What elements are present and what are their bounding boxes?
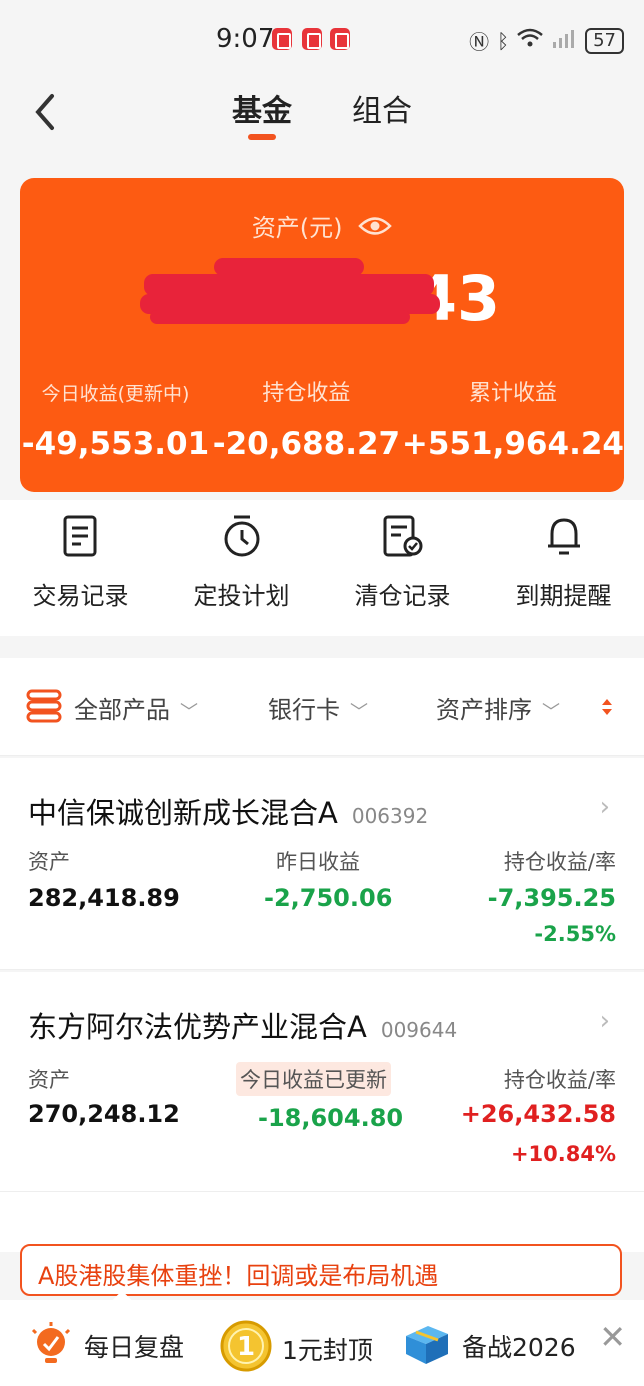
stat-value: -49,553.01 bbox=[21, 426, 210, 462]
action-label: 清仓记录 bbox=[354, 582, 451, 610]
filter-bar: 全部产品 ﹀ 银行卡 ﹀ 资产排序 ﹀ bbox=[0, 658, 644, 756]
fund-mid-value: -18,604.80 bbox=[258, 1104, 404, 1132]
filter-label: 资产排序 bbox=[436, 696, 532, 724]
eye-icon[interactable] bbox=[358, 215, 392, 243]
action-label: 到期提醒 bbox=[515, 582, 612, 610]
stat-today[interactable]: 今日收益(更新中) -49,553.01 bbox=[20, 378, 211, 462]
action-cleared-records[interactable]: 清仓记录 bbox=[322, 500, 483, 636]
holding-earnings-header: 持仓收益/率 bbox=[503, 1068, 616, 1092]
tab-fund[interactable]: 基金 bbox=[232, 86, 292, 130]
back-arrow-icon[interactable] bbox=[32, 92, 56, 142]
asset-label: 资产(元) bbox=[251, 214, 343, 242]
chevron-down-icon: ﹀ bbox=[180, 702, 198, 723]
fund-hold-rate: +10.84% bbox=[510, 1142, 616, 1166]
bottombar-label: 1元封顶 bbox=[282, 1336, 373, 1365]
signal-icon bbox=[551, 27, 577, 54]
stat-value: +551,964.24 bbox=[401, 426, 624, 462]
fund-row-partial bbox=[0, 1192, 644, 1252]
fund-row[interactable]: 中信保诚创新成长混合A 006392 › 资产 昨日收益 持仓收益/率 282,4… bbox=[0, 758, 644, 970]
filter-asset-sort[interactable]: 资产排序 ﹀ bbox=[436, 690, 560, 725]
fund-name-text: 东方阿尔法优势产业混合A bbox=[28, 1010, 367, 1044]
chevron-right-icon: › bbox=[599, 1006, 610, 1036]
nfc-icon: Ⓝ bbox=[469, 30, 490, 54]
chevron-down-icon: ﹀ bbox=[542, 702, 560, 723]
timer-icon bbox=[161, 514, 322, 558]
filter-bank-card[interactable]: 银行卡 ﹀ bbox=[268, 690, 368, 725]
action-expiry-reminder[interactable]: 到期提醒 bbox=[483, 500, 644, 636]
action-auto-invest[interactable]: 定投计划 bbox=[161, 500, 322, 636]
daily-review-entry[interactable]: 每日复盘 bbox=[28, 1320, 184, 1372]
bluetooth-icon: ᛒ bbox=[497, 28, 510, 53]
today-updated-badge: 今日收益已更新 bbox=[236, 1062, 391, 1096]
asset-header: 资产 bbox=[28, 850, 70, 874]
fund-code: 006392 bbox=[351, 804, 429, 828]
app-notification-icon bbox=[330, 28, 350, 50]
gold-coin-icon: 1 bbox=[220, 1320, 272, 1378]
battery-icon: 57 bbox=[585, 27, 624, 54]
tab-portfolio[interactable]: 组合 bbox=[352, 86, 412, 130]
fund-name: 东方阿尔法优势产业混合A 009644 bbox=[28, 1004, 457, 1046]
fund-hold-value: -7,395.25 bbox=[487, 884, 616, 912]
prepare-2026-entry[interactable]: 备战2026 bbox=[402, 1320, 576, 1372]
asset-header: 资产 bbox=[28, 1068, 70, 1092]
cleared-record-icon bbox=[322, 514, 483, 558]
earnings-stats: 今日收益(更新中) -49,553.01 持仓收益 -20,688.27 累计收… bbox=[20, 378, 624, 462]
stat-label: 今日收益(更新中) bbox=[41, 383, 190, 405]
fund-asset-value: 282,418.89 bbox=[28, 884, 180, 912]
status-bar: 9:07 Ⓝ ᛒ 57 bbox=[0, 0, 644, 70]
svg-text:1: 1 bbox=[237, 1332, 255, 1362]
fund-mid-value: -2,750.06 bbox=[264, 884, 393, 912]
close-icon[interactable]: ✕ bbox=[599, 1318, 626, 1356]
bottom-promo-bar: 每日复盘 1 1元封顶 备战2026 ✕ bbox=[0, 1300, 644, 1386]
stat-label: 持仓收益 bbox=[262, 381, 351, 406]
holding-earnings-header: 持仓收益/率 bbox=[503, 850, 616, 874]
filter-label: 全部产品 bbox=[74, 696, 170, 724]
chevron-right-icon: › bbox=[599, 792, 610, 822]
redaction-scribble bbox=[140, 256, 450, 328]
bottombar-label: 备战2026 bbox=[462, 1333, 576, 1362]
quick-actions: 交易记录 定投计划 清仓记录 到期提醒 bbox=[0, 500, 644, 636]
asset-card: 资产(元) 43 今日收益(更新中) -49,553.01 持仓收益 -20,6… bbox=[20, 178, 624, 492]
yesterday-earnings-header: 昨日收益 bbox=[276, 850, 360, 874]
fund-name: 中信保诚创新成长混合A 006392 bbox=[28, 790, 428, 832]
news-banner[interactable]: A股港股集体重挫！回调或是布局机遇 bbox=[20, 1244, 622, 1314]
banner-text: A股港股集体重挫！回调或是布局机遇 bbox=[38, 1262, 439, 1290]
sort-toggle-icon[interactable] bbox=[600, 696, 614, 722]
filter-all-products[interactable]: 全部产品 ﹀ bbox=[74, 690, 198, 725]
stat-value: -20,688.27 bbox=[212, 426, 401, 462]
bottombar-label: 每日复盘 bbox=[84, 1333, 185, 1362]
filter-label: 银行卡 bbox=[268, 696, 340, 724]
top-nav: 基金 组合 bbox=[0, 70, 644, 156]
app-notification-icon bbox=[272, 28, 292, 50]
fund-code: 009644 bbox=[380, 1018, 458, 1042]
stat-label: 累计收益 bbox=[468, 381, 557, 406]
fund-hold-value: +26,432.58 bbox=[460, 1100, 616, 1128]
stat-holding[interactable]: 持仓收益 -20,688.27 bbox=[211, 378, 402, 462]
active-tab-indicator bbox=[248, 134, 276, 140]
action-label: 交易记录 bbox=[32, 582, 129, 610]
fund-hold-rate: -2.55% bbox=[534, 922, 616, 946]
fund-asset-value: 270,248.12 bbox=[28, 1100, 180, 1128]
document-icon bbox=[0, 514, 161, 558]
bell-icon bbox=[483, 514, 644, 558]
action-trade-records[interactable]: 交易记录 bbox=[0, 500, 161, 636]
action-label: 定投计划 bbox=[193, 582, 290, 610]
stat-cumulative[interactable]: 累计收益 +551,964.24 bbox=[402, 378, 624, 462]
wifi-icon bbox=[517, 28, 543, 53]
app-notification-icon bbox=[302, 28, 322, 50]
lightbulb-icon bbox=[28, 1320, 74, 1372]
product-list-icon bbox=[26, 688, 62, 728]
gift-box-icon bbox=[402, 1320, 452, 1372]
asset-label-row: 资产(元) bbox=[20, 208, 624, 243]
one-yuan-cap-entry[interactable]: 1 1元封顶 bbox=[220, 1320, 373, 1378]
fund-row[interactable]: 东方阿尔法优势产业混合A 009644 › 资产 今日收益已更新 持仓收益/率 2… bbox=[0, 972, 644, 1192]
status-time: 9:07 bbox=[216, 24, 275, 54]
fund-name-text: 中信保诚创新成长混合A bbox=[28, 796, 338, 830]
chevron-down-icon: ﹀ bbox=[350, 702, 368, 723]
